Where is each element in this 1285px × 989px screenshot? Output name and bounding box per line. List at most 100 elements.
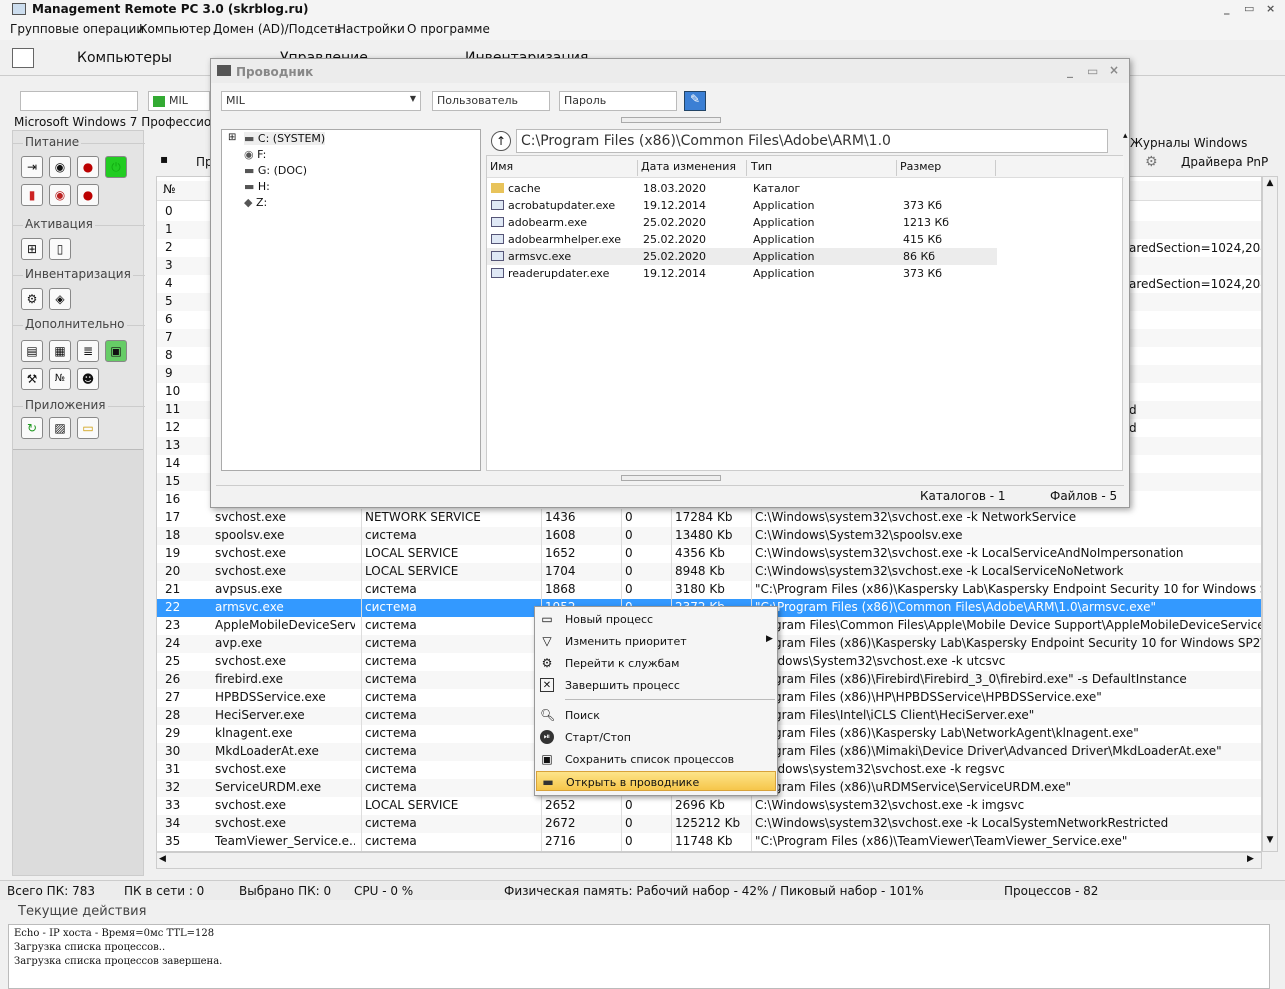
- maximize-button[interactable]: ▭: [1244, 2, 1254, 15]
- drive-f[interactable]: ◉ F:: [244, 148, 266, 161]
- tab-computers[interactable]: Компьютеры: [77, 50, 172, 66]
- path-field[interactable]: C:\Program Files (x86)\Common Files\Adob…: [516, 129, 1108, 153]
- file-type: Application: [753, 216, 815, 229]
- menu-open-explorer[interactable]: ▬ Открыть в проводнике: [536, 771, 776, 791]
- password-field[interactable]: Пароль: [559, 91, 677, 111]
- explorer-title: Проводник: [236, 65, 314, 79]
- domain-select[interactable]: MIL: [148, 91, 210, 111]
- list-icon[interactable]: ≣: [77, 340, 99, 362]
- host-select[interactable]: MIL ▼: [221, 91, 421, 111]
- menu-label: Изменить приоритет: [565, 635, 687, 648]
- process-cpu: 0: [625, 510, 633, 524]
- group-apps: Приложения ↻ ▨ ▭: [13, 398, 145, 448]
- scroll-down-icon[interactable]: ▼: [1264, 835, 1276, 847]
- menu-about[interactable]: О программе: [407, 22, 490, 36]
- windows-icon[interactable]: ⊞: [21, 238, 43, 260]
- file-row[interactable]: readerupdater.exe 19.12.2014 Application 37…: [487, 265, 997, 282]
- status-online: ПК в сети : 0: [124, 884, 205, 898]
- menu-go-services[interactable]: ⚙ Перейти к службам: [536, 653, 776, 673]
- num-header[interactable]: №: [163, 182, 175, 196]
- table-row[interactable]: 33 svchost.exe LOCAL SERVICE 2652 0 2696 Kb C:…: [157, 797, 1261, 815]
- log-panel: Echo - IP хоста - Время=0мс TTL=128 Загр…: [8, 924, 1270, 989]
- process-name: avp.exe: [215, 636, 263, 650]
- users-icon[interactable]: ☻: [77, 368, 99, 390]
- menu-change-priority[interactable]: ▽ Изменить приоритет ▶: [536, 631, 776, 651]
- chevron-down-icon: ▼: [409, 94, 416, 103]
- menu-computer[interactable]: Компьютер: [139, 22, 211, 36]
- login-icon[interactable]: ⇥: [21, 156, 43, 178]
- force-restart-icon[interactable]: ◉: [49, 184, 71, 206]
- file-row[interactable]: cache 18.03.2020 Каталог: [487, 180, 997, 197]
- journals-link[interactable]: Журналы Windows: [1130, 136, 1247, 150]
- force-shutdown-icon[interactable]: ●: [77, 184, 99, 206]
- col-size[interactable]: Размер: [900, 160, 996, 176]
- table-row[interactable]: 17 svchost.exe NETWORK SERVICE 1436 0 17284 K…: [157, 509, 1261, 527]
- process-path: Windows\system32\svchost.exe -k regsvc: [755, 762, 1005, 776]
- menu-search[interactable]: 🔍︎ Поиск: [536, 705, 776, 725]
- settings-icon[interactable]: ⚒: [21, 368, 43, 390]
- scroll-left-icon[interactable]: ◀: [159, 854, 166, 864]
- refresh-icon[interactable]: ↻: [21, 417, 43, 439]
- table-row[interactable]: 21 avpsus.exe система 1868 0 3180 Kb "C:\Progr…: [157, 581, 1261, 599]
- explorer-max-button[interactable]: ▭: [1087, 64, 1098, 78]
- restart-icon[interactable]: ◉: [49, 156, 71, 178]
- office-icon[interactable]: ▯: [49, 238, 71, 260]
- menu-group-ops[interactable]: Групповые операции: [10, 22, 144, 36]
- file-row[interactable]: adobearmhelper.exe 25.02.2020 Application 4…: [487, 231, 997, 248]
- splitter-bottom[interactable]: [621, 475, 721, 481]
- number-icon[interactable]: №: [49, 368, 71, 390]
- shutdown-icon[interactable]: ●: [77, 156, 99, 178]
- menu-domain[interactable]: Домен (AD)/Подсеть: [213, 22, 341, 36]
- drive-h[interactable]: ▬ H:: [244, 180, 270, 193]
- connect-icon[interactable]: ✎: [684, 91, 706, 111]
- menu-new-process[interactable]: ▭ Новый процесс: [536, 609, 776, 629]
- table-row[interactable]: 35 TeamViewer_Service.e... система 2716 0 117…: [157, 833, 1261, 851]
- menu-start-stop[interactable]: ⏯ Старт/Стоп: [536, 727, 776, 747]
- up-arrow-icon[interactable]: ↑: [491, 131, 511, 151]
- row-number: 12: [165, 420, 181, 434]
- menu-kill-process[interactable]: ✕ Завершить процесс: [536, 675, 776, 695]
- user-field[interactable]: Пользователь: [432, 91, 550, 111]
- gear-icon: ⚙: [541, 656, 553, 670]
- file-row[interactable]: acrobatupdater.exe 19.12.2014 Application 3…: [487, 197, 997, 214]
- hardware-icon[interactable]: ⚙: [21, 288, 43, 310]
- table-row[interactable]: 19 svchost.exe LOCAL SERVICE 1652 0 4356 Kb C:…: [157, 545, 1261, 563]
- minimize-button[interactable]: _: [1224, 2, 1230, 15]
- col-date[interactable]: Дата изменения: [641, 160, 747, 176]
- logoff-icon[interactable]: ▮: [21, 184, 43, 206]
- close-button[interactable]: ×: [1266, 2, 1275, 15]
- explorer-min-button[interactable]: _: [1067, 64, 1073, 78]
- menu-settings[interactable]: Настройки: [337, 22, 405, 36]
- scroll-right-icon[interactable]: ▶: [1247, 854, 1254, 864]
- menu-separator: [565, 699, 775, 700]
- table-hscrollbar[interactable]: ◀ ▶: [156, 852, 1262, 869]
- expand-icon[interactable]: ⊞: [228, 132, 236, 143]
- power-on-icon[interactable]: ⏻: [105, 156, 127, 178]
- table-row[interactable]: 34 svchost.exe система 2672 0 125212 Kb C:\Win…: [157, 815, 1261, 833]
- explorer-close-button[interactable]: ×: [1109, 63, 1119, 77]
- path-scroll-icon[interactable]: ▴: [1123, 131, 1128, 141]
- col-name[interactable]: Имя: [490, 160, 638, 176]
- file-name: armsvc.exe: [508, 250, 572, 263]
- drive-c[interactable]: ▬ C: (SYSTEM): [244, 132, 326, 145]
- table-vscrollbar[interactable]: ▲ ▼: [1262, 176, 1278, 852]
- folder-icon[interactable]: ▭: [77, 417, 99, 439]
- col-type[interactable]: Тип: [751, 160, 897, 176]
- remote-desktop-icon[interactable]: ▤: [21, 340, 43, 362]
- file-row[interactable]: adobearm.exe 25.02.2020 Application 1213 Кб: [487, 214, 997, 231]
- drive-z[interactable]: ◆ Z:: [244, 196, 267, 209]
- file-row[interactable]: armsvc.exe 25.02.2020 Application 86 Кб: [487, 248, 997, 265]
- scroll-up-icon[interactable]: ▲: [1264, 178, 1276, 190]
- message-icon[interactable]: ▦: [49, 340, 71, 362]
- menu-save-list[interactable]: ▣ Сохранить список процессов: [536, 749, 776, 769]
- color-icon[interactable]: ▣: [105, 340, 127, 362]
- drivers-link[interactable]: Драйвера PnP: [1181, 155, 1268, 169]
- apps-icon[interactable]: ▨: [49, 417, 71, 439]
- splitter-top[interactable]: [621, 117, 721, 123]
- search-input[interactable]: [20, 91, 138, 111]
- drive-g[interactable]: ▬ G: (DOC): [244, 164, 307, 177]
- software-icon[interactable]: ◈: [49, 288, 71, 310]
- folder-icon: [217, 65, 231, 76]
- table-row[interactable]: 20 svchost.exe LOCAL SERVICE 1704 0 8948 Kb C:…: [157, 563, 1261, 581]
- table-row[interactable]: 18 spoolsv.exe система 1608 0 13480 Kb C:\Wind…: [157, 527, 1261, 545]
